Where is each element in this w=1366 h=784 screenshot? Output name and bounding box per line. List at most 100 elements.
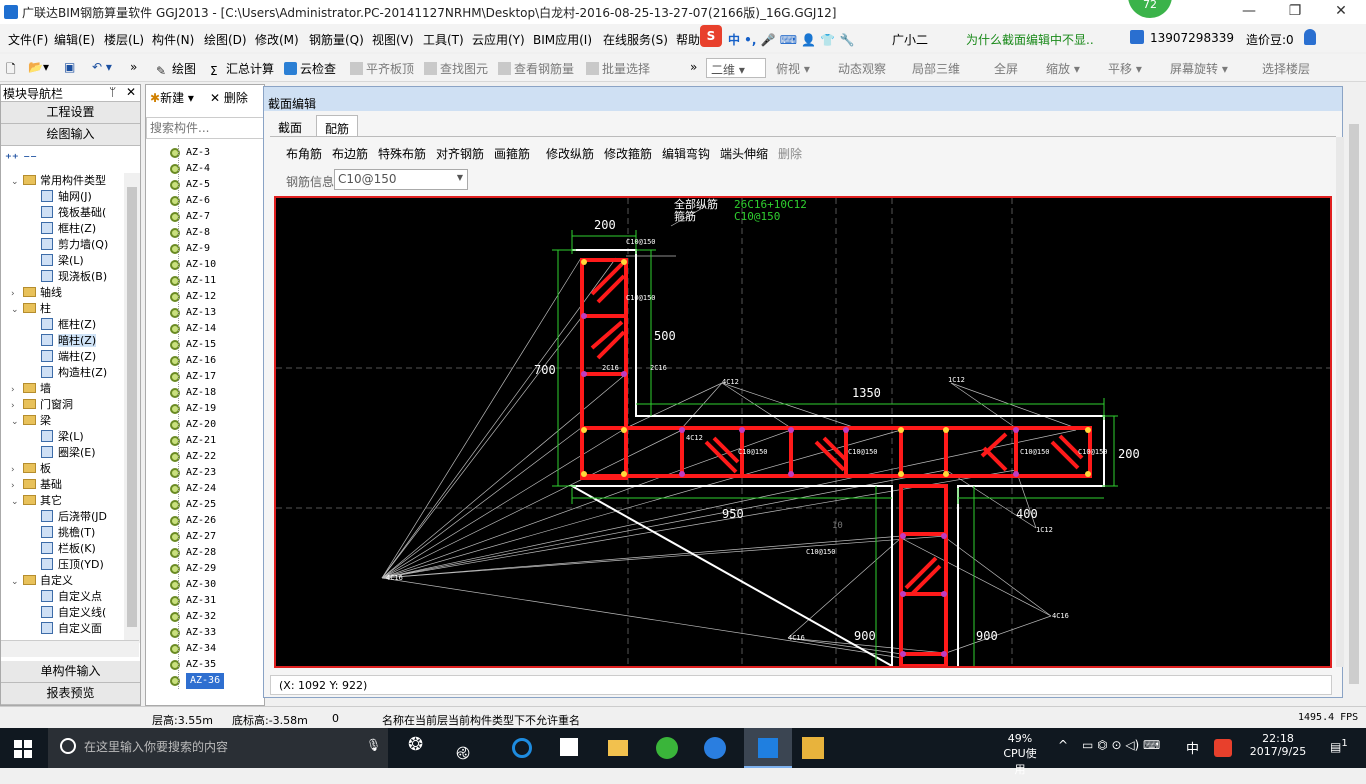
tree-folder[interactable]: ⌄ 常用构件类型 <box>11 173 106 189</box>
sogou-icon[interactable]: S <box>700 25 722 47</box>
overflow-icon[interactable]: » <box>130 60 137 74</box>
ime-toolbar-icons[interactable]: 中 •, 🎤 ⌨ 👤 👕 🔧 <box>728 31 854 48</box>
component-list-item[interactable]: AZ-16 <box>170 353 216 369</box>
tray-chevron-icon[interactable]: ^ <box>1058 738 1068 752</box>
menu-bim[interactable]: BIM应用(I) <box>533 31 592 48</box>
rebar-info-select[interactable]: C10@150 ▼ <box>334 169 468 190</box>
maximize-button[interactable]: ❐ <box>1272 0 1318 24</box>
component-list-item[interactable]: AZ-34 <box>170 641 216 657</box>
find-button[interactable]: 查找图元 <box>424 60 488 77</box>
plan-view-button[interactable]: 俯视 ▾ <box>776 60 810 77</box>
component-list-item[interactable]: AZ-12 <box>170 289 216 305</box>
rotate-button[interactable]: 屏幕旋转 ▾ <box>1170 60 1228 77</box>
menu-rebar-qty[interactable]: 钢筋量(Q) <box>309 31 364 48</box>
component-list-item[interactable]: AZ-22 <box>170 449 216 465</box>
minimize-button[interactable]: — <box>1226 0 1272 24</box>
notification-badge[interactable]: 72 <box>1128 0 1172 18</box>
tree-folder[interactable]: ⌄ 梁 <box>11 413 51 429</box>
component-list-item[interactable]: AZ-35 <box>170 657 216 673</box>
component-list-item[interactable]: AZ-14 <box>170 321 216 337</box>
pan-button[interactable]: 平移 ▾ <box>1108 60 1142 77</box>
new-component-button[interactable]: ✱新建 ▾ <box>150 89 194 106</box>
tree-folder[interactable]: › 板 <box>11 461 51 477</box>
select-floor-button[interactable]: 选择楼层 <box>1262 60 1310 77</box>
tab-section[interactable]: 截面 <box>270 115 310 137</box>
single-component-input-button[interactable]: 单构件输入 <box>1 661 140 683</box>
component-list-item[interactable]: AZ-9 <box>170 241 210 257</box>
delete-rebar-button[interactable]: 删除 <box>778 145 802 162</box>
component-list-item[interactable]: AZ-17 <box>170 369 216 385</box>
tree-item[interactable]: 框柱(Z) <box>41 221 96 237</box>
section-drawing[interactable]: 全部纵筋 26C16+10C12 箍筋 C10@150 200 500 700 … <box>276 198 1330 666</box>
collapse-arrow-icon[interactable]: ⌄ <box>11 174 21 190</box>
beans-count[interactable]: 造价豆:0 <box>1246 31 1294 48</box>
component-list-item[interactable]: AZ-5 <box>170 177 210 193</box>
corner-rebar-button[interactable]: 布角筋 <box>286 145 322 162</box>
component-list-item[interactable]: AZ-32 <box>170 609 216 625</box>
assistant-link[interactable]: 广小二 <box>892 31 928 48</box>
local-3d-button[interactable]: 局部三维 <box>912 60 960 77</box>
save-icon[interactable]: ▣ <box>64 60 75 74</box>
undo-icon[interactable]: ↶ ▾ <box>92 60 112 74</box>
delete-component-button[interactable]: ✕ 删除 <box>210 89 248 106</box>
edge-rebar-button[interactable]: 布边筋 <box>332 145 368 162</box>
draw-stirrup-button[interactable]: 画箍筋 <box>494 145 530 162</box>
ggj-taskbar-button[interactable] <box>744 728 792 768</box>
component-list-item[interactable]: AZ-13 <box>170 305 216 321</box>
tree-folder[interactable]: ⌄ 自定义 <box>11 573 73 589</box>
modify-stirrup-button[interactable]: 修改箍筋 <box>604 145 652 162</box>
menu-component[interactable]: 构件(N) <box>152 31 194 48</box>
overflow2-icon[interactable]: » <box>690 60 697 74</box>
menu-floor[interactable]: 楼层(L) <box>104 31 144 48</box>
component-list-item[interactable]: AZ-18 <box>170 385 216 401</box>
view-mode-select[interactable]: 二维 ▾ <box>706 58 766 78</box>
menu-tools[interactable]: 工具(T) <box>423 31 464 48</box>
section-drawing-canvas[interactable]: 全部纵筋 26C16+10C12 箍筋 C10@150 200 500 700 … <box>274 196 1332 668</box>
component-list-item[interactable]: AZ-29 <box>170 561 216 577</box>
dynamic-view-button[interactable]: 动态观察 <box>838 60 886 77</box>
component-list-item[interactable]: AZ-7 <box>170 209 210 225</box>
tree-item[interactable]: 暗柱(Z) <box>41 333 97 349</box>
component-list-item[interactable]: AZ-25 <box>170 497 216 513</box>
tree-hscrollbar[interactable] <box>1 640 139 657</box>
zoom-button[interactable]: 缩放 ▾ <box>1046 60 1080 77</box>
user-phone[interactable]: 13907298339 <box>1150 31 1234 45</box>
menu-file[interactable]: 文件(F) <box>8 31 48 48</box>
tree-item[interactable]: 后浇带(JD <box>41 509 107 525</box>
store-icon[interactable] <box>560 738 578 756</box>
collapse-arrow-icon[interactable]: ⌄ <box>11 414 21 430</box>
component-list-item[interactable]: AZ-27 <box>170 529 216 545</box>
report-preview-button[interactable]: 报表预览 <box>1 683 140 705</box>
expand-arrow-icon[interactable]: › <box>11 286 21 302</box>
tree-expand-collapse[interactable]: ⁺⁺ ⁻⁻ <box>1 146 140 174</box>
notification-center-icon[interactable]: ▤1 <box>1330 738 1348 754</box>
tray-network-icons[interactable]: ▭ ⏣ ⊙ ◁) ⌨ <box>1082 738 1160 752</box>
tree-folder[interactable]: ⌄ 柱 <box>11 301 51 317</box>
menu-draw[interactable]: 绘图(D) <box>204 31 247 48</box>
edge-browser-icon[interactable] <box>512 738 532 758</box>
component-list-item[interactable]: AZ-20 <box>170 417 216 433</box>
tree-item[interactable]: 栏板(K) <box>41 541 96 557</box>
tree-scrollbar[interactable] <box>124 173 140 643</box>
notes-app-icon[interactable] <box>802 737 824 759</box>
collapse-arrow-icon[interactable]: ⌄ <box>11 574 21 590</box>
component-list-item[interactable]: AZ-24 <box>170 481 216 497</box>
taskbar-search-box[interactable]: 在这里输入你要搜索的内容 🎙 <box>48 728 388 768</box>
tree-item[interactable]: 梁(L) <box>41 253 84 269</box>
component-list-item[interactable]: AZ-3 <box>170 145 210 161</box>
cpu-monitor[interactable]: 49% CPU使用 <box>1000 732 1040 777</box>
expand-arrow-icon[interactable]: › <box>11 398 21 414</box>
menu-cloud[interactable]: 云应用(Y) <box>472 31 525 48</box>
expand-arrow-icon[interactable]: › <box>11 462 21 478</box>
collapse-arrow-icon[interactable]: ⌄ <box>11 302 21 318</box>
component-list-item[interactable]: AZ-8 <box>170 225 210 241</box>
file-explorer-icon[interactable] <box>608 740 628 756</box>
view-qty-button[interactable]: 查看钢筋量 <box>498 60 574 77</box>
align-rebar-button[interactable]: 对齐钢筋 <box>436 145 484 162</box>
close-button[interactable]: ✕ <box>1318 0 1364 24</box>
component-list-item[interactable]: AZ-33 <box>170 625 216 641</box>
tree-item[interactable]: 自定义线( <box>41 605 106 621</box>
tree-item[interactable]: 轴网(J) <box>41 189 92 205</box>
menu-online[interactable]: 在线服务(S) <box>603 31 668 48</box>
tree-item[interactable]: 剪力墙(Q) <box>41 237 108 253</box>
